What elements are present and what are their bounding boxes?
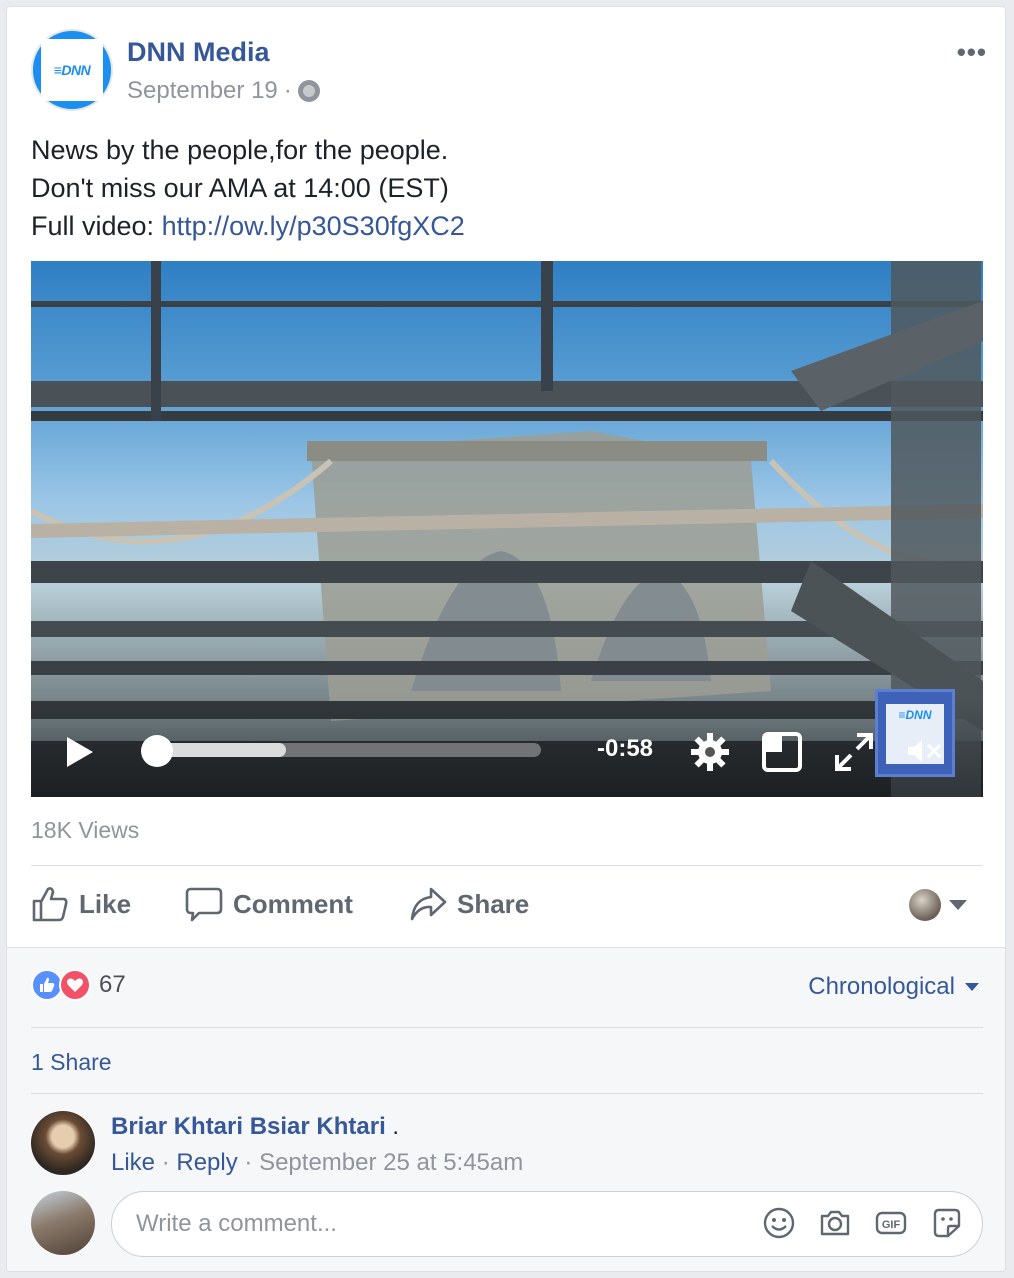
love-reaction-icon <box>59 969 91 1001</box>
composer-tools: GIF <box>762 1206 964 1240</box>
video-player[interactable]: -0:58 ≡DNN <box>31 261 983 797</box>
share-button[interactable]: Share <box>409 885 529 923</box>
mute-icon[interactable] <box>906 738 946 764</box>
sticker-icon[interactable] <box>930 1206 964 1240</box>
comment-input[interactable]: Write a comment... GIF <box>111 1191 983 1257</box>
reactions-summary[interactable]: 67 <box>31 969 126 1001</box>
chevron-down-icon <box>949 900 967 910</box>
meta-separator: · <box>283 77 292 104</box>
page-name-link[interactable]: DNN Media <box>127 37 270 68</box>
post-card: ≡DNN DNN Media September 19 · ••• News b… <box>6 6 1006 1272</box>
comment-text: . <box>392 1113 400 1140</box>
dnn-watermark-thumbnail: ≡DNN <box>875 689 955 777</box>
comment-placeholder: Write a comment... <box>136 1210 337 1237</box>
comment-meta: Like · Reply · September 25 at 5:45am <box>111 1149 523 1177</box>
progress-knob[interactable] <box>141 735 173 767</box>
my-avatar <box>31 1191 95 1255</box>
divider <box>31 1027 983 1028</box>
comment-author: Briar Khtari Bsiar Khtari . <box>111 1113 399 1141</box>
comment-label: Comment <box>233 888 353 919</box>
view-count: 18K Views <box>31 817 140 843</box>
comment-bubble-icon <box>185 887 223 922</box>
fullscreen-icon[interactable] <box>833 731 875 773</box>
reaction-count: 67 <box>99 971 126 998</box>
comment-timestamp[interactable]: September 25 at 5:45am <box>259 1149 523 1176</box>
dnn-logo: ≡DNN <box>41 39 103 101</box>
thumbs-up-icon <box>32 887 68 922</box>
post-text-line: News by the people,for the people. <box>31 135 449 165</box>
comment-reply-link[interactable]: Reply <box>176 1149 237 1176</box>
commenter-avatar[interactable] <box>31 1111 95 1175</box>
user-avatar <box>909 889 941 921</box>
time-remaining: -0:58 <box>597 735 654 762</box>
share-arrow-icon <box>410 887 447 921</box>
video-link[interactable]: http://ow.ly/p30S30fgXC2 <box>162 211 465 241</box>
meta-separator: · <box>244 1149 253 1176</box>
sort-label: Chronological <box>808 973 955 1000</box>
comment-button[interactable]: Comment <box>185 885 353 923</box>
action-bar: Like Comment Share <box>31 885 983 931</box>
settings-gear-icon[interactable] <box>689 731 731 773</box>
divider <box>31 865 983 866</box>
post-meta: September 19 · <box>127 77 320 105</box>
share-count-link[interactable]: 1 Share <box>31 1049 112 1076</box>
camera-icon[interactable] <box>818 1206 852 1240</box>
like-label: Like <box>79 888 132 919</box>
more-options-icon[interactable]: ••• <box>957 37 987 68</box>
meta-separator: · <box>161 1149 170 1176</box>
globe-icon <box>297 80 320 102</box>
page-avatar[interactable]: ≡DNN <box>31 29 113 111</box>
play-icon[interactable] <box>67 737 93 767</box>
chevron-down-icon <box>965 983 979 991</box>
comment-sort-dropdown[interactable]: Chronological <box>808 973 979 1001</box>
svg-text:GIF: GIF <box>882 1219 901 1231</box>
link-prefix: Full video: <box>31 211 162 241</box>
comment-like-link[interactable]: Like <box>111 1149 155 1176</box>
emoji-icon[interactable] <box>762 1206 796 1240</box>
minimize-icon[interactable] <box>761 731 803 773</box>
gif-icon[interactable]: GIF <box>874 1206 908 1240</box>
comment-author-link[interactable]: Briar Khtari Bsiar Khtari <box>111 1113 386 1140</box>
post-date[interactable]: September 19 <box>127 77 278 105</box>
post-as-selector[interactable] <box>909 889 967 921</box>
post-text-line: Don't miss our AMA at 14:00 (EST) <box>31 173 449 203</box>
post-text: News by the people,for the people. Don't… <box>31 131 465 245</box>
post-text-line: Full video: http://ow.ly/p30S30fgXC2 <box>31 207 465 245</box>
progress-track[interactable] <box>149 743 541 757</box>
share-label: Share <box>457 888 530 919</box>
divider <box>31 1093 983 1094</box>
like-button[interactable]: Like <box>31 885 131 923</box>
